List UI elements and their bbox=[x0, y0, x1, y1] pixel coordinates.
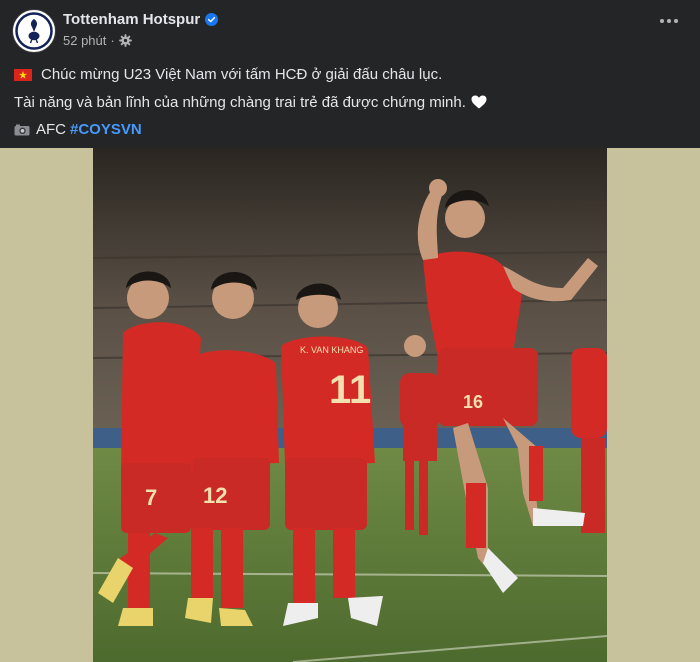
meta-separator: · bbox=[110, 33, 115, 48]
page-name[interactable]: Tottenham Hotspur bbox=[63, 11, 219, 28]
post-meta: 52 phút · bbox=[63, 33, 132, 48]
caption-text-3: AFC bbox=[36, 121, 66, 138]
post-photo-container[interactable]: 16 K. VAN KHANG 11 12 7 bbox=[0, 148, 700, 662]
svg-text:7: 7 bbox=[145, 485, 157, 510]
caption-line-2: Tài năng và bản lĩnh của những chàng tra… bbox=[14, 89, 684, 117]
gear-icon[interactable] bbox=[118, 34, 132, 47]
verified-badge-icon bbox=[205, 13, 219, 26]
more-dot bbox=[660, 19, 664, 23]
celebration-photo-illustration: 16 K. VAN KHANG 11 12 7 bbox=[93, 148, 607, 662]
hashtag-link[interactable]: #COYSVN bbox=[70, 116, 142, 144]
post-timestamp[interactable]: 52 phút bbox=[63, 33, 106, 48]
camera-icon bbox=[14, 124, 30, 136]
page-avatar[interactable] bbox=[12, 9, 56, 53]
svg-text:16: 16 bbox=[463, 392, 483, 412]
post-header: Tottenham Hotspur 52 phút · Chúc mừng U2… bbox=[0, 0, 700, 148]
more-dot bbox=[674, 19, 678, 23]
more-options-button[interactable] bbox=[660, 16, 680, 26]
vietnam-flag-icon bbox=[14, 68, 32, 81]
caption-text-2: Tài năng và bản lĩnh của những chàng tra… bbox=[14, 93, 466, 111]
post-photo[interactable]: 16 K. VAN KHANG 11 12 7 bbox=[93, 148, 607, 662]
svg-text:K. VAN KHANG: K. VAN KHANG bbox=[300, 345, 363, 355]
more-dot bbox=[667, 19, 671, 23]
svg-text:12: 12 bbox=[203, 483, 227, 508]
white-heart-icon bbox=[471, 95, 487, 109]
caption-line-1: Chúc mừng U23 Việt Nam với tấm HCĐ ở giả… bbox=[14, 61, 684, 89]
caption-line-3: AFC #COYSVN bbox=[14, 116, 684, 144]
tottenham-logo-icon bbox=[14, 11, 54, 51]
page-name-text[interactable]: Tottenham Hotspur bbox=[63, 11, 200, 28]
post-caption: Chúc mừng U23 Việt Nam với tấm HCĐ ở giả… bbox=[14, 61, 684, 144]
caption-text-1: Chúc mừng U23 Việt Nam với tấm HCĐ ở giả… bbox=[41, 66, 443, 83]
svg-text:11: 11 bbox=[329, 368, 371, 412]
